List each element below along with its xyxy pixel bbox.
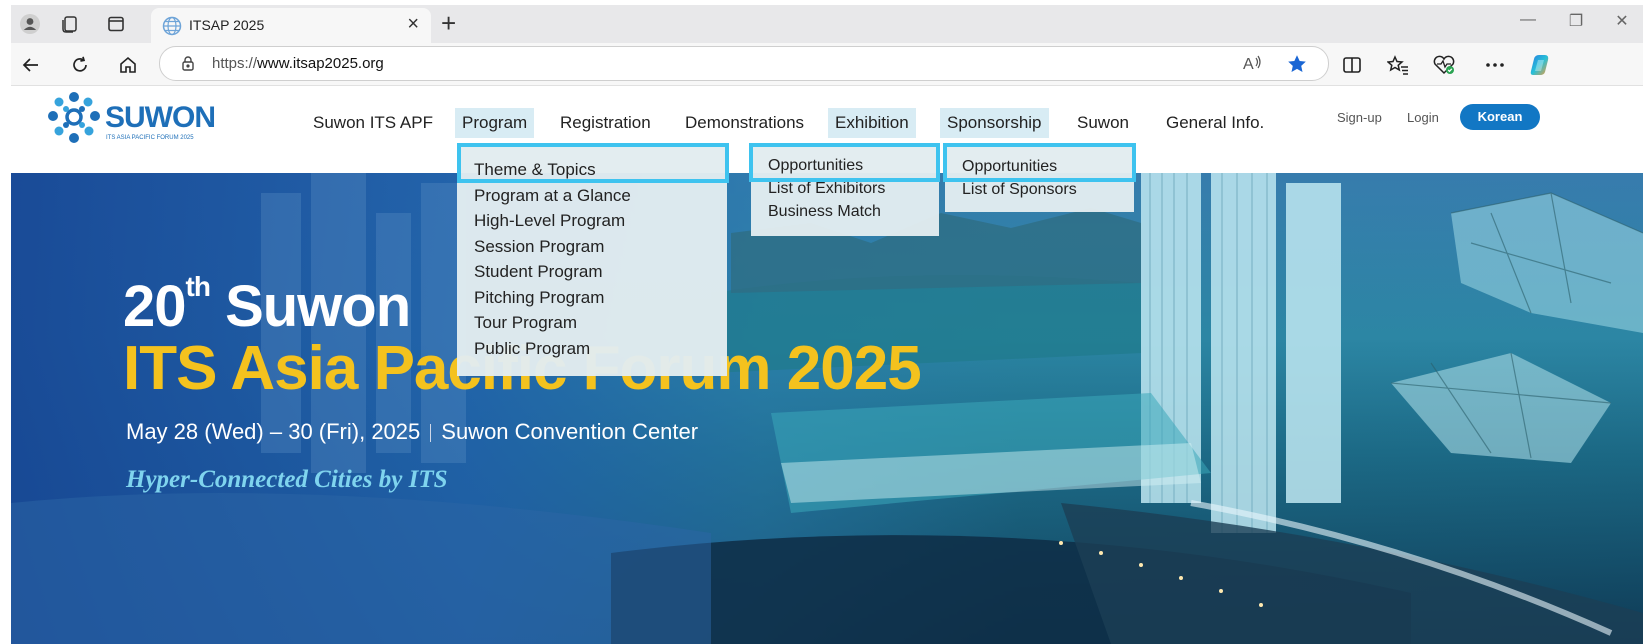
favorites-list-icon[interactable] bbox=[1384, 51, 1412, 79]
read-aloud-icon[interactable]: A bbox=[1242, 53, 1264, 78]
dd-program-at-a-glance[interactable]: Program at a Glance bbox=[474, 186, 631, 206]
logo-subtitle: ITS ASIA PACIFIC FORUM 2025 bbox=[106, 135, 194, 141]
hero-banner: 20th Suwon ITS Asia Pacific Forum 2025 M… bbox=[11, 173, 1643, 644]
logo-text: SUWON bbox=[105, 101, 216, 134]
close-window-button[interactable]: ✕ bbox=[1607, 11, 1637, 31]
dd-high-level-program[interactable]: High-Level Program bbox=[474, 211, 625, 231]
hero-dates: May 28 (Wed) – 30 (Fri), 2025 Suwon Conve… bbox=[126, 419, 699, 444]
split-screen-icon[interactable] bbox=[1338, 51, 1366, 79]
hero-tagline: Hyper-Connected Cities by ITS bbox=[126, 466, 448, 493]
nav-general-info[interactable]: General Info. bbox=[1159, 108, 1271, 138]
tab-title: ITSAP 2025 bbox=[189, 17, 265, 33]
restore-button[interactable]: ❐ bbox=[1561, 11, 1591, 31]
svg-text:A: A bbox=[1243, 56, 1254, 73]
dd-sponsorship-opportunities[interactable]: Opportunities bbox=[962, 158, 1057, 176]
website: SUWON ITS ASIA PACIFIC FORUM 2025 Suwon … bbox=[11, 86, 1643, 644]
favorite-star-icon[interactable] bbox=[1286, 53, 1308, 80]
nav-program[interactable]: Program bbox=[455, 108, 535, 138]
back-icon[interactable] bbox=[17, 51, 45, 79]
refresh-icon[interactable] bbox=[66, 51, 94, 79]
active-tab[interactable]: ITSAP 2025 × bbox=[151, 8, 431, 43]
sponsorship-dropdown: Opportunities List of Sponsors bbox=[945, 146, 1134, 212]
profile-icon[interactable] bbox=[17, 11, 43, 37]
city-scene-image bbox=[11, 173, 1643, 644]
dd-tour-program[interactable]: Tour Program bbox=[474, 313, 577, 333]
browser-essentials-icon[interactable] bbox=[1430, 51, 1458, 79]
dd-session-program[interactable]: Session Program bbox=[474, 237, 604, 257]
tab-close-icon[interactable]: × bbox=[407, 13, 419, 36]
nav-exhibition[interactable]: Exhibition bbox=[828, 108, 916, 138]
minimize-button[interactable]: — bbox=[1513, 11, 1543, 29]
dd-public-program[interactable]: Public Program bbox=[474, 339, 590, 359]
favicon-icon bbox=[162, 16, 182, 41]
nav-suwon[interactable]: Suwon bbox=[1070, 108, 1136, 138]
dd-list-of-exhibitors[interactable]: List of Exhibitors bbox=[768, 180, 885, 198]
signup-link[interactable]: Sign-up bbox=[1337, 110, 1382, 125]
dd-student-program[interactable]: Student Program bbox=[474, 262, 603, 282]
hero-title-line1: 20th Suwon bbox=[123, 271, 411, 339]
new-tab-button[interactable]: + bbox=[441, 8, 456, 39]
program-dropdown: Theme & Topics Program at a Glance High-… bbox=[457, 146, 727, 376]
logo-mark-icon bbox=[48, 92, 100, 143]
nav-demonstrations[interactable]: Demonstrations bbox=[678, 108, 811, 138]
nav-suwon-its-apf[interactable]: Suwon ITS APF bbox=[306, 108, 440, 138]
dd-list-of-sponsors[interactable]: List of Sponsors bbox=[962, 181, 1077, 199]
address-bar[interactable]: https://www.itsap2025.org A bbox=[159, 46, 1329, 81]
tab-actions-icon[interactable] bbox=[103, 11, 129, 37]
browser-window: ITSAP 2025 × + — ❐ ✕ https://www.itsap20… bbox=[11, 5, 1643, 644]
nav-sponsorship[interactable]: Sponsorship bbox=[940, 108, 1049, 138]
dd-theme-topics[interactable]: Theme & Topics bbox=[474, 160, 596, 180]
tab-bar: ITSAP 2025 × + — ❐ ✕ bbox=[11, 5, 1643, 43]
dd-business-match[interactable]: Business Match bbox=[768, 203, 881, 221]
dd-exhibition-opportunities[interactable]: Opportunities bbox=[768, 157, 863, 175]
login-link[interactable]: Login bbox=[1407, 110, 1439, 125]
address-toolbar: https://www.itsap2025.org A bbox=[11, 43, 1643, 86]
home-icon[interactable] bbox=[114, 51, 142, 79]
korean-button[interactable]: Korean bbox=[1460, 104, 1540, 130]
lock-icon[interactable] bbox=[180, 55, 196, 76]
dd-pitching-program[interactable]: Pitching Program bbox=[474, 288, 604, 308]
exhibition-dropdown: Opportunities List of Exhibitors Busines… bbox=[751, 146, 939, 236]
collections-icon[interactable] bbox=[57, 11, 83, 37]
suwon-logo[interactable]: SUWON ITS ASIA PACIFIC FORUM 2025 bbox=[43, 89, 218, 147]
copilot-icon[interactable] bbox=[1526, 51, 1554, 79]
nav-registration[interactable]: Registration bbox=[553, 108, 658, 138]
url-text: https://www.itsap2025.org bbox=[212, 55, 384, 72]
more-icon[interactable] bbox=[1481, 51, 1509, 79]
